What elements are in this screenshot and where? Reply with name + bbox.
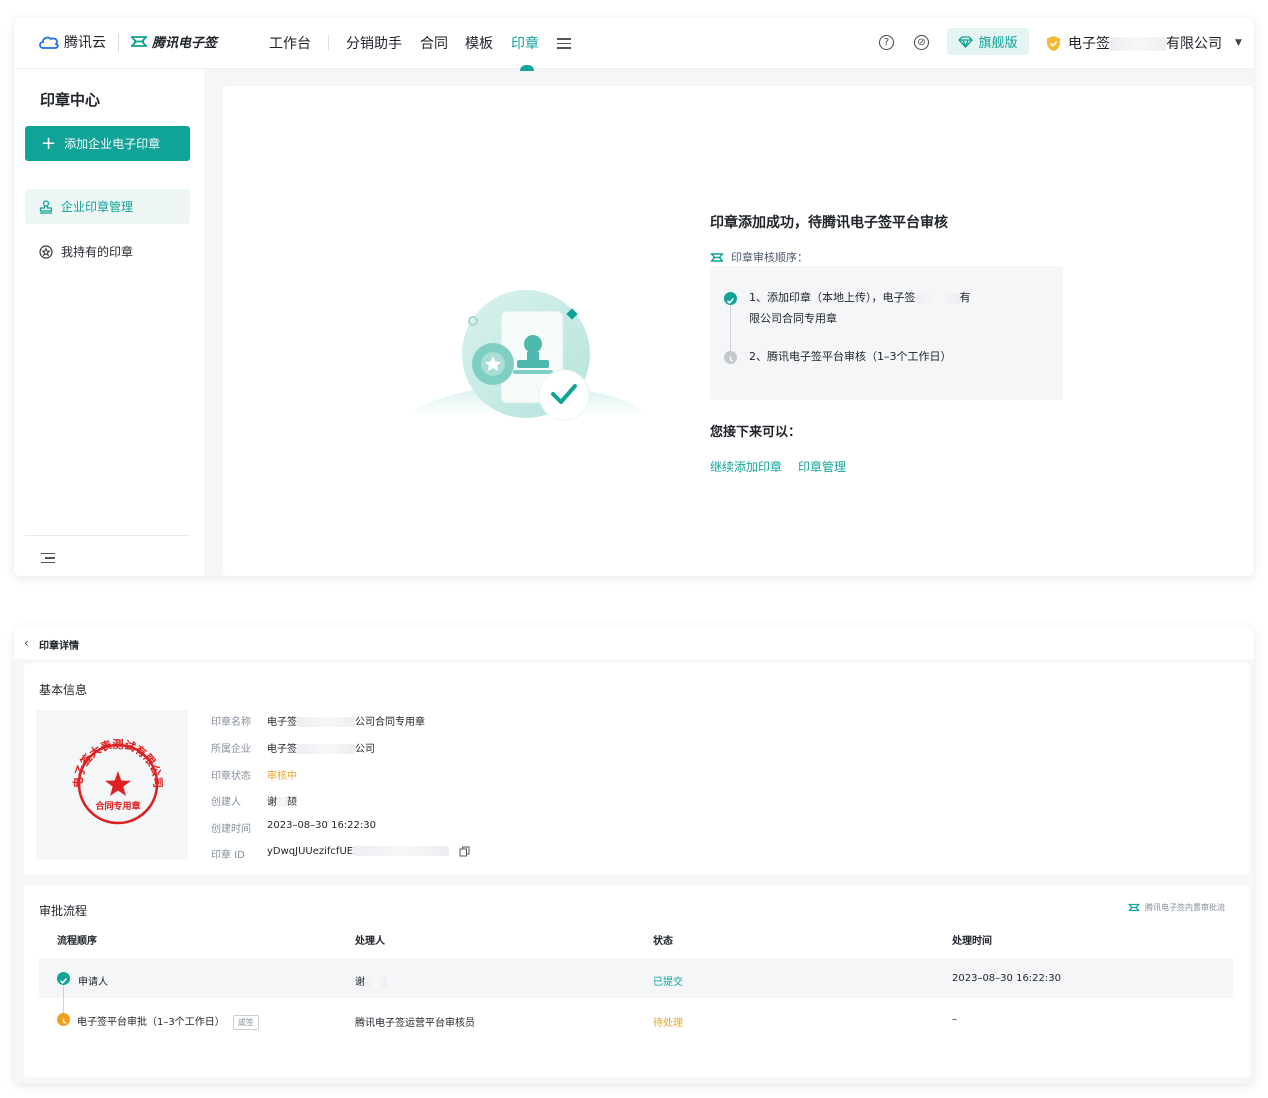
nav-contract[interactable]: 合同 [420,33,448,53]
step-connector [63,985,64,1013]
stamp-icon [39,199,53,214]
review-step-1: 1、添加印章（本地上传），电子签有 限公司合同专用章 [749,291,971,325]
seal-management-link[interactable]: 印章管理 [798,458,846,475]
seal-success-illustration [409,290,649,421]
star-badge-icon [39,244,53,259]
collapse-sidebar-icon[interactable] [41,549,55,567]
chevron-down-icon: ▼ [1235,38,1242,48]
clock-icon [57,1013,70,1026]
status-reviewing: 审核中 [267,771,297,782]
plus-icon: + [41,132,57,154]
basic-info-title: 基本信息 [39,683,88,697]
next-actions-title: 您接下来可以： [710,425,802,440]
help-icon[interactable]: ? [879,35,894,50]
clock-icon [724,351,737,364]
nav-active-indicator [520,65,534,71]
row1-step: 申请人 [78,977,108,988]
seal-center-window: 腾讯云 腾讯电子签 工作台 分销助手 合同 模板 印章 ? ⊘ 旗舰版 电子签 … [14,18,1254,576]
review-step-2: 2、腾讯电子签平台审核（1–3个工作日） [749,350,952,363]
detail-header: ‹ 印章详情 [14,627,1254,659]
field-seal-name: 印章名称 电子签 公司合同专用章 [211,717,425,728]
approval-title: 审批流程 [39,904,88,918]
redacted-text [297,717,355,727]
seal-image: 电子签大表测试有限公司 合同专用章 [71,737,164,825]
detail-page-title: 印章详情 [39,641,79,652]
sidebar: 印章中心 + 添加企业电子印章 企业印章管理 我持有的印章 [14,69,204,576]
nav-seal[interactable]: 印章 [511,33,539,53]
approval-flow-section: 审批流程 腾讯电子签内置审批流 流程顺序 处理人 状态 处理时间 申请人 谢 已… [24,885,1250,1077]
column-header-status: 状态 [653,936,673,947]
sidebar-item-label: 我持有的印章 [61,245,134,259]
field-created-time: 创建时间 2023–08–30 16:22:30 [211,820,376,835]
basic-info-section: 基本信息 电子签大表测试有限公司 合同专用章 印章名称 电子签 公司合同专用章 所… [24,663,1250,875]
step-connector [730,305,731,357]
seal-detail-window: ‹ 印章详情 基本信息 电子签大表测试有限公司 合同专用章 印章名称 电子签 公司… [14,627,1254,1084]
nav-divider [328,35,329,51]
nav-workbench[interactable]: 工作台 [269,33,311,53]
redacted-text [365,977,387,987]
column-header-time: 处理时间 [952,936,992,947]
review-steps-box: 1、添加印章（本地上传），电子签有 限公司合同专用章 2、腾讯电子签平台审核（1… [710,266,1063,400]
check-circle-icon [57,972,70,985]
result-title: 印章添加成功，待腾讯电子签平台审核 [710,215,948,231]
back-chevron-icon[interactable]: ‹ [24,636,29,650]
continue-add-seal-link[interactable]: 继续添加印章 [710,458,782,475]
redacted-text [297,744,355,754]
sidebar-item-label: 企业印章管理 [61,200,134,214]
redacted-text [353,846,450,856]
field-enterprise: 所属企业 电子签 公司 [211,744,375,755]
compass-icon[interactable]: ⊘ [914,35,929,50]
nav-distribution[interactable]: 分销助手 [346,33,402,53]
row2-time: – [952,1014,957,1025]
brand-cloud-label: 腾讯云 [64,35,106,51]
diamond-icon [958,35,974,48]
brand-esign-label: 腾讯电子签 [152,36,218,51]
row1-handler: 谢 [355,973,387,988]
field-seal-status: 印章状态 审核中 [211,767,297,782]
flagship-edition-badge[interactable]: 旗舰版 [947,28,1029,55]
verified-shield-icon [1047,35,1060,51]
sidebar-item-my-seals[interactable]: 我持有的印章 [25,234,190,269]
sidebar-divider [25,535,190,536]
field-seal-id: 印章 ID yDwqJUUezifcfUE [211,846,470,861]
column-header-handler: 处理人 [355,936,385,947]
field-creator: 创建人 谢颉 [211,797,297,808]
nav-template[interactable]: 模板 [465,33,493,53]
company-switcher[interactable]: 电子签 有限公司 ▼ [1046,33,1242,53]
tencent-cloud-logo[interactable]: 腾讯云 [38,32,106,52]
row1-time: 2023–08–30 16:22:30 [952,973,1061,984]
cloud-icon [39,36,59,49]
sidebar-item-enterprise-seal-management[interactable]: 企业印章管理 [25,189,190,224]
copy-icon[interactable] [459,846,470,861]
add-enterprise-seal-button[interactable]: + 添加企业电子印章 [25,126,190,161]
sidebar-title: 印章中心 [40,91,101,109]
add-seal-label: 添加企业电子印章 [64,137,161,151]
main-content: 印章添加成功，待腾讯电子签平台审核 印章审核顺序： 1、添加印章（本地上传），电… [223,86,1253,576]
esign-logo-icon [131,36,147,47]
column-header-step: 流程顺序 [57,936,97,947]
more-menu-icon[interactable] [557,35,571,52]
esign-logo-icon [1128,903,1140,912]
builtin-approval-flow-label: 腾讯电子签内置审批流 [1128,902,1225,913]
seal-bottom-text: 合同专用章 [95,800,140,812]
row1-status: 已提交 [653,977,683,988]
company-name: 电子签 有限公司 [1068,36,1222,52]
row2-status: 待处理 [653,1018,683,1029]
row2-step: 电子签平台审批（1–3个工作日） 或签 [77,1013,259,1030]
flagship-label: 旗舰版 [978,36,1018,51]
esign-logo-icon [710,252,724,262]
top-navigation-bar: 腾讯云 腾讯电子签 工作台 分销助手 合同 模板 印章 ? ⊘ 旗舰版 电子签 … [14,18,1254,71]
redacted-text [277,797,287,807]
redacted-text [915,292,960,304]
review-order-label: 印章审核顺序： [710,249,808,265]
check-circle-icon [724,292,737,305]
tencent-esign-logo[interactable]: 腾讯电子签 [130,32,217,51]
logo-divider [118,34,119,52]
seal-preview: 电子签大表测试有限公司 合同专用章 [36,710,188,860]
redacted-text [1110,37,1166,51]
row2-handler: 腾讯电子签运营平台审核员 [355,1018,475,1029]
or-sign-badge: 或签 [232,1015,259,1030]
